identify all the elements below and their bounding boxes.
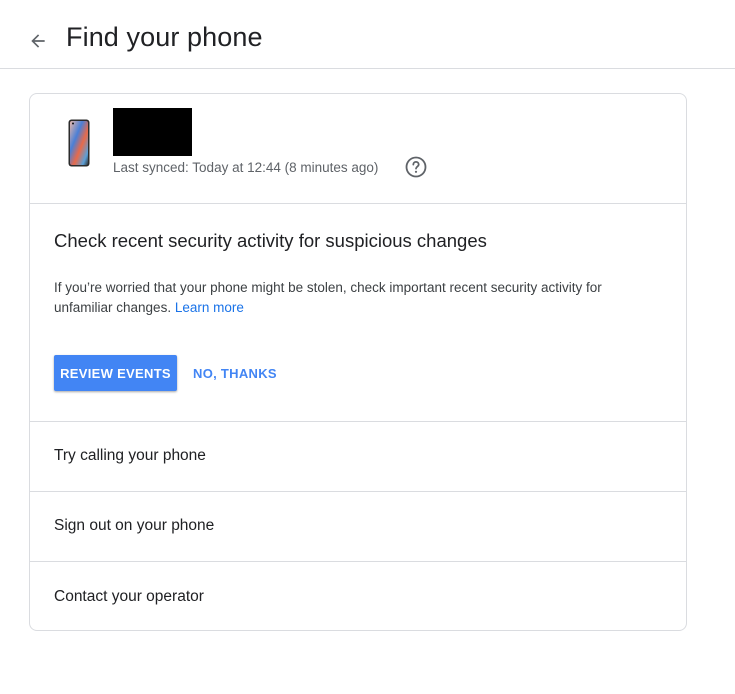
no-thanks-button[interactable]: NO, THANKS bbox=[185, 355, 285, 391]
help-circle-icon bbox=[405, 156, 427, 178]
learn-more-link[interactable]: Learn more bbox=[175, 300, 244, 315]
try-calling-option[interactable]: Try calling your phone bbox=[30, 422, 686, 492]
review-events-button[interactable]: REVIEW EVENTS bbox=[54, 355, 177, 391]
device-name bbox=[113, 108, 192, 156]
security-activity-section: Check recent security activity for suspi… bbox=[30, 203, 686, 422]
contact-operator-option[interactable]: Contact your operator bbox=[30, 563, 686, 633]
last-synced-text: Last synced: Today at 12:44 (8 minutes a… bbox=[113, 160, 379, 175]
security-description: If you’re worried that your phone might … bbox=[54, 278, 664, 318]
back-button[interactable] bbox=[24, 27, 52, 55]
option-label: Try calling your phone bbox=[54, 447, 206, 464]
arrow-back-icon bbox=[31, 34, 45, 48]
option-label: Sign out on your phone bbox=[54, 517, 215, 534]
help-button[interactable] bbox=[404, 155, 428, 179]
device-info: Last synced: Today at 12:44 (8 minutes a… bbox=[30, 94, 686, 204]
find-phone-card: Last synced: Today at 12:44 (8 minutes a… bbox=[29, 93, 687, 631]
security-title: Check recent security activity for suspi… bbox=[54, 230, 487, 251]
sign-out-option[interactable]: Sign out on your phone bbox=[30, 492, 686, 562]
app-header: Find your phone bbox=[0, 0, 735, 69]
option-label: Contact your operator bbox=[54, 588, 204, 605]
security-description-text: If you’re worried that your phone might … bbox=[54, 280, 602, 315]
page-title: Find your phone bbox=[66, 22, 263, 52]
phone-icon bbox=[68, 119, 90, 167]
